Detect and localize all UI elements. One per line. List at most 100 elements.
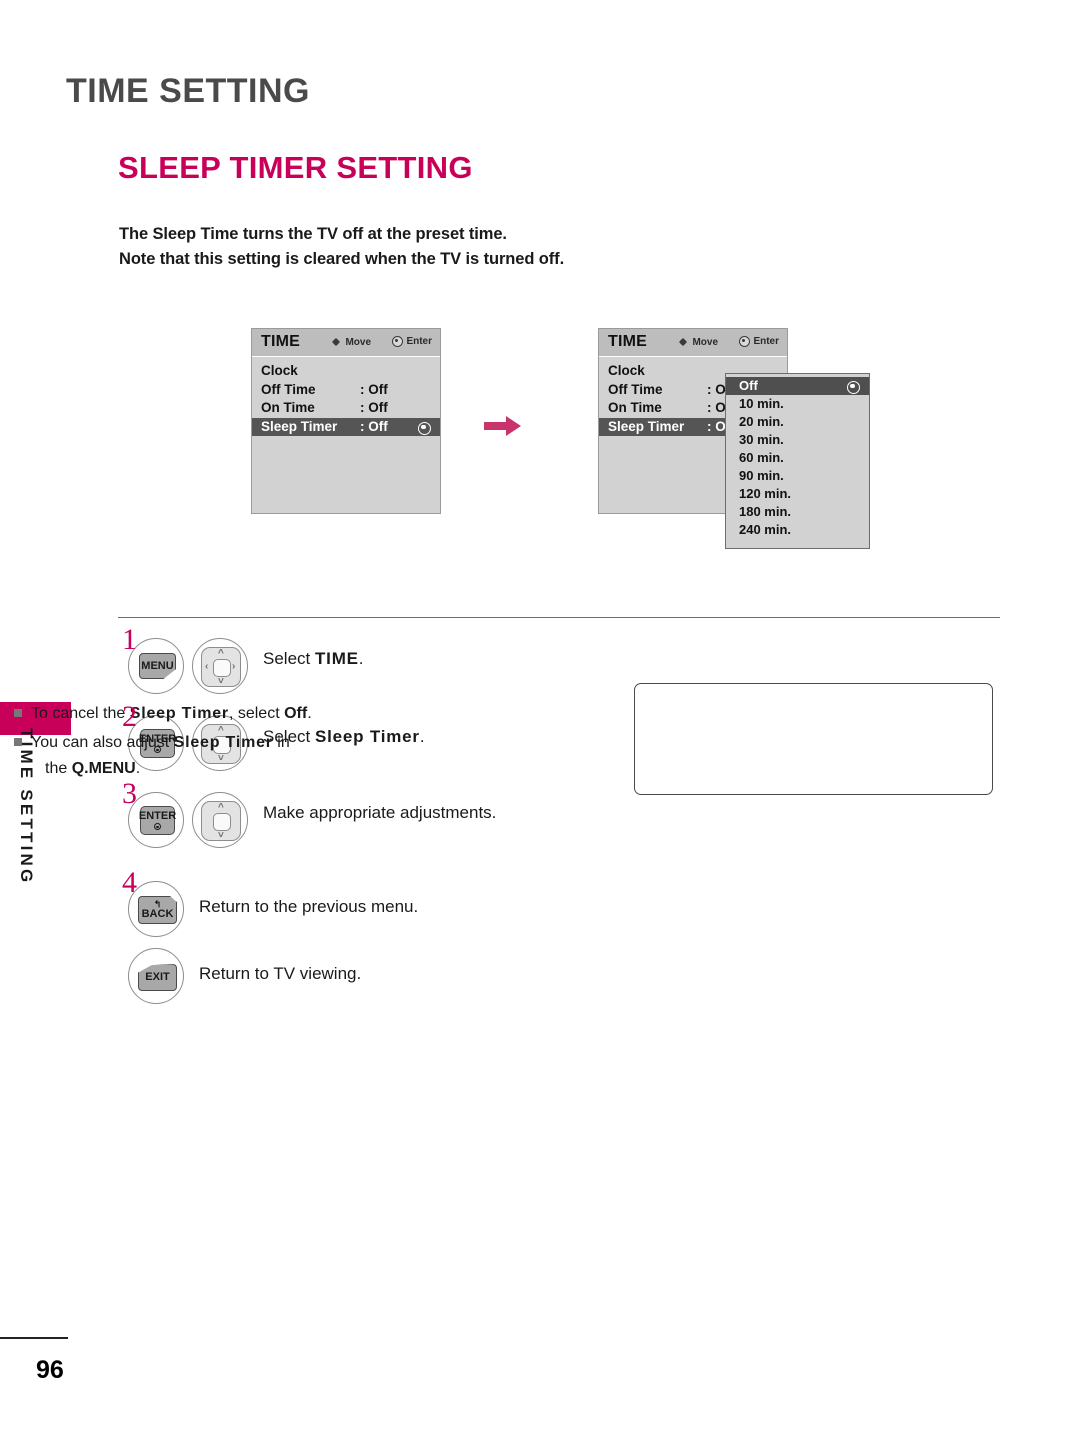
dropdown-option-label: 120 min. [739,486,792,501]
exit-key-cap: EXIT [138,964,177,991]
note-2-cont-b: Q.MENU [71,760,136,777]
dropdown-option-20min[interactable]: 20 min. [726,413,869,431]
osd-row-label: On Time [608,400,662,415]
sleep-timer-dropdown: Off 10 min. 20 min. 30 min. 60 min. 90 m… [725,373,870,549]
dropdown-option-label: 30 min. [739,432,784,447]
note-1-part-c: , select [228,705,285,722]
osd-row-label: Off Time [608,381,663,397]
osd-hint-move: Move [330,336,371,348]
osd-hint-enter: Enter [392,336,432,347]
dropdown-option-120min[interactable]: 120 min. [726,485,869,503]
radio-selected-icon [847,380,860,394]
osd-header: TIME Move Enter [599,329,787,357]
arrow-up-icon[interactable]: ^ [218,649,224,659]
dropdown-option-30min[interactable]: 30 min. [726,431,869,449]
osd-hint-move-label: Move [345,336,371,348]
enter-key-label: ENTER [138,809,177,822]
back-key-label: BACK [141,907,174,920]
osd-hint-enter-label: Enter [406,336,432,347]
dropdown-option-label: Off [739,378,758,393]
radio-selected-icon [418,421,431,435]
note-2-cont-a: the [45,760,72,777]
dropdown-option-240min[interactable]: 240 min. [726,521,869,539]
arrow-right-icon[interactable]: › [232,662,235,672]
navpad-center[interactable] [213,659,231,677]
step-text-prefix: Return to the previous menu. [199,897,419,916]
osd-row-off-time[interactable]: Off Time : Off [252,381,440,400]
dropdown-option-label: 20 min. [739,414,784,429]
dropdown-option-label: 10 min. [739,396,784,411]
osd-row-label: Off Time [261,381,316,397]
note-1-part-e: . [307,705,312,722]
enter-key-cap: ENTER [138,806,177,835]
dropdown-option-90min[interactable]: 90 min. [726,467,869,485]
bullet-square-icon [14,738,22,746]
osd-title: TIME [608,333,648,350]
enter-dot-icon [154,823,161,831]
osd-row-clock[interactable]: Clock [252,362,440,381]
menu-key-cap: MENU [139,653,176,679]
step-text-1: Select TIME. [263,649,364,669]
menu-key-label: MENU [141,659,174,672]
note-1-part-a: To cancel the [31,705,130,722]
note-1-part-b: Sleep Timer [129,705,229,722]
osd-hint-enter-label: Enter [753,336,779,347]
note-2-part-a: You can also adjust [31,734,174,751]
remote-navpad-updown-step3[interactable]: ^ ˅ [192,792,248,848]
osd-panel-time-1: TIME Move Enter Clock Off Time : Off On … [251,328,441,514]
navpad-body: ^ ˅ [201,801,241,841]
side-tab-label: TIME SETTING [17,728,36,886]
osd-row-value: : Off [360,418,388,434]
step-number-1: 1 [122,623,137,656]
footer-divider [0,1337,68,1339]
bullet-square-icon [14,709,22,717]
enter-icon [392,336,404,347]
arrow-up-icon[interactable]: ^ [218,803,224,813]
dropdown-option-60min[interactable]: 60 min. [726,449,869,467]
arrow-down-icon[interactable]: ˅ [218,831,224,841]
dropdown-option-label: 180 min. [739,504,792,519]
dropdown-option-label: 90 min. [739,468,784,483]
dropdown-option-off[interactable]: Off [726,377,869,395]
osd-row-label: On Time [261,400,315,415]
remote-navpad-4way[interactable]: ^ ˅ ‹ › [192,638,248,694]
flow-arrow-icon [484,415,522,437]
note-2-part-b: Sleep Timer [173,734,273,751]
note-item-2: You can also adjust Sleep Timer in [14,734,290,752]
step-text-3: Make appropriate adjustments. [263,803,496,823]
navpad-body: ^ ˅ ‹ › [201,647,241,687]
osd-row-label: Clock [261,363,298,378]
note-item-1: To cancel the Sleep Timer, select Off. [14,705,312,723]
osd-title: TIME [261,333,301,350]
arrow-down-icon[interactable]: ˅ [218,677,224,687]
navpad-center[interactable] [213,813,231,831]
step-text-prefix: Select [263,649,315,668]
note-1-part-d: Off [284,705,308,722]
step-text-prefix: Return to TV viewing. [199,964,362,983]
note-2-cont-c: . [135,760,141,777]
move-icon [330,336,342,348]
osd-row-label: Sleep Timer [608,418,685,434]
note-2-part-c: in [272,734,290,751]
dropdown-option-10min[interactable]: 10 min. [726,395,869,413]
osd-row-list: Clock Off Time : Off On Time : Off Sleep… [252,357,440,436]
osd-row-label: Clock [608,363,645,378]
remote-key-exit[interactable]: EXIT [128,948,184,1004]
exit-key-label: EXIT [145,971,170,983]
arrow-down-icon[interactable]: ˅ [218,754,224,764]
intro-line-2: Note that this setting is cleared when t… [119,250,565,268]
osd-row-on-time[interactable]: On Time : Off [252,399,440,418]
section-divider [118,617,1000,618]
intro-paragraph: The Sleep Time turns the TV off at the p… [119,222,564,272]
arrow-left-icon[interactable]: ‹ [205,662,208,672]
step-text-exit: Return to TV viewing. [199,964,361,984]
dropdown-option-label: 60 min. [739,450,784,465]
osd-row-sleep-timer[interactable]: Sleep Timer : Off [252,417,440,436]
osd-hint-move-label: Move [692,336,718,348]
osd-header: TIME Move Enter [252,329,440,357]
page-title: TIME SETTING [66,72,310,110]
dropdown-option-180min[interactable]: 180 min. [726,503,869,521]
step-text-prefix: Make appropriate adjustments. [263,803,497,822]
note-box [634,683,993,795]
osd-hint-enter: Enter [739,336,779,347]
